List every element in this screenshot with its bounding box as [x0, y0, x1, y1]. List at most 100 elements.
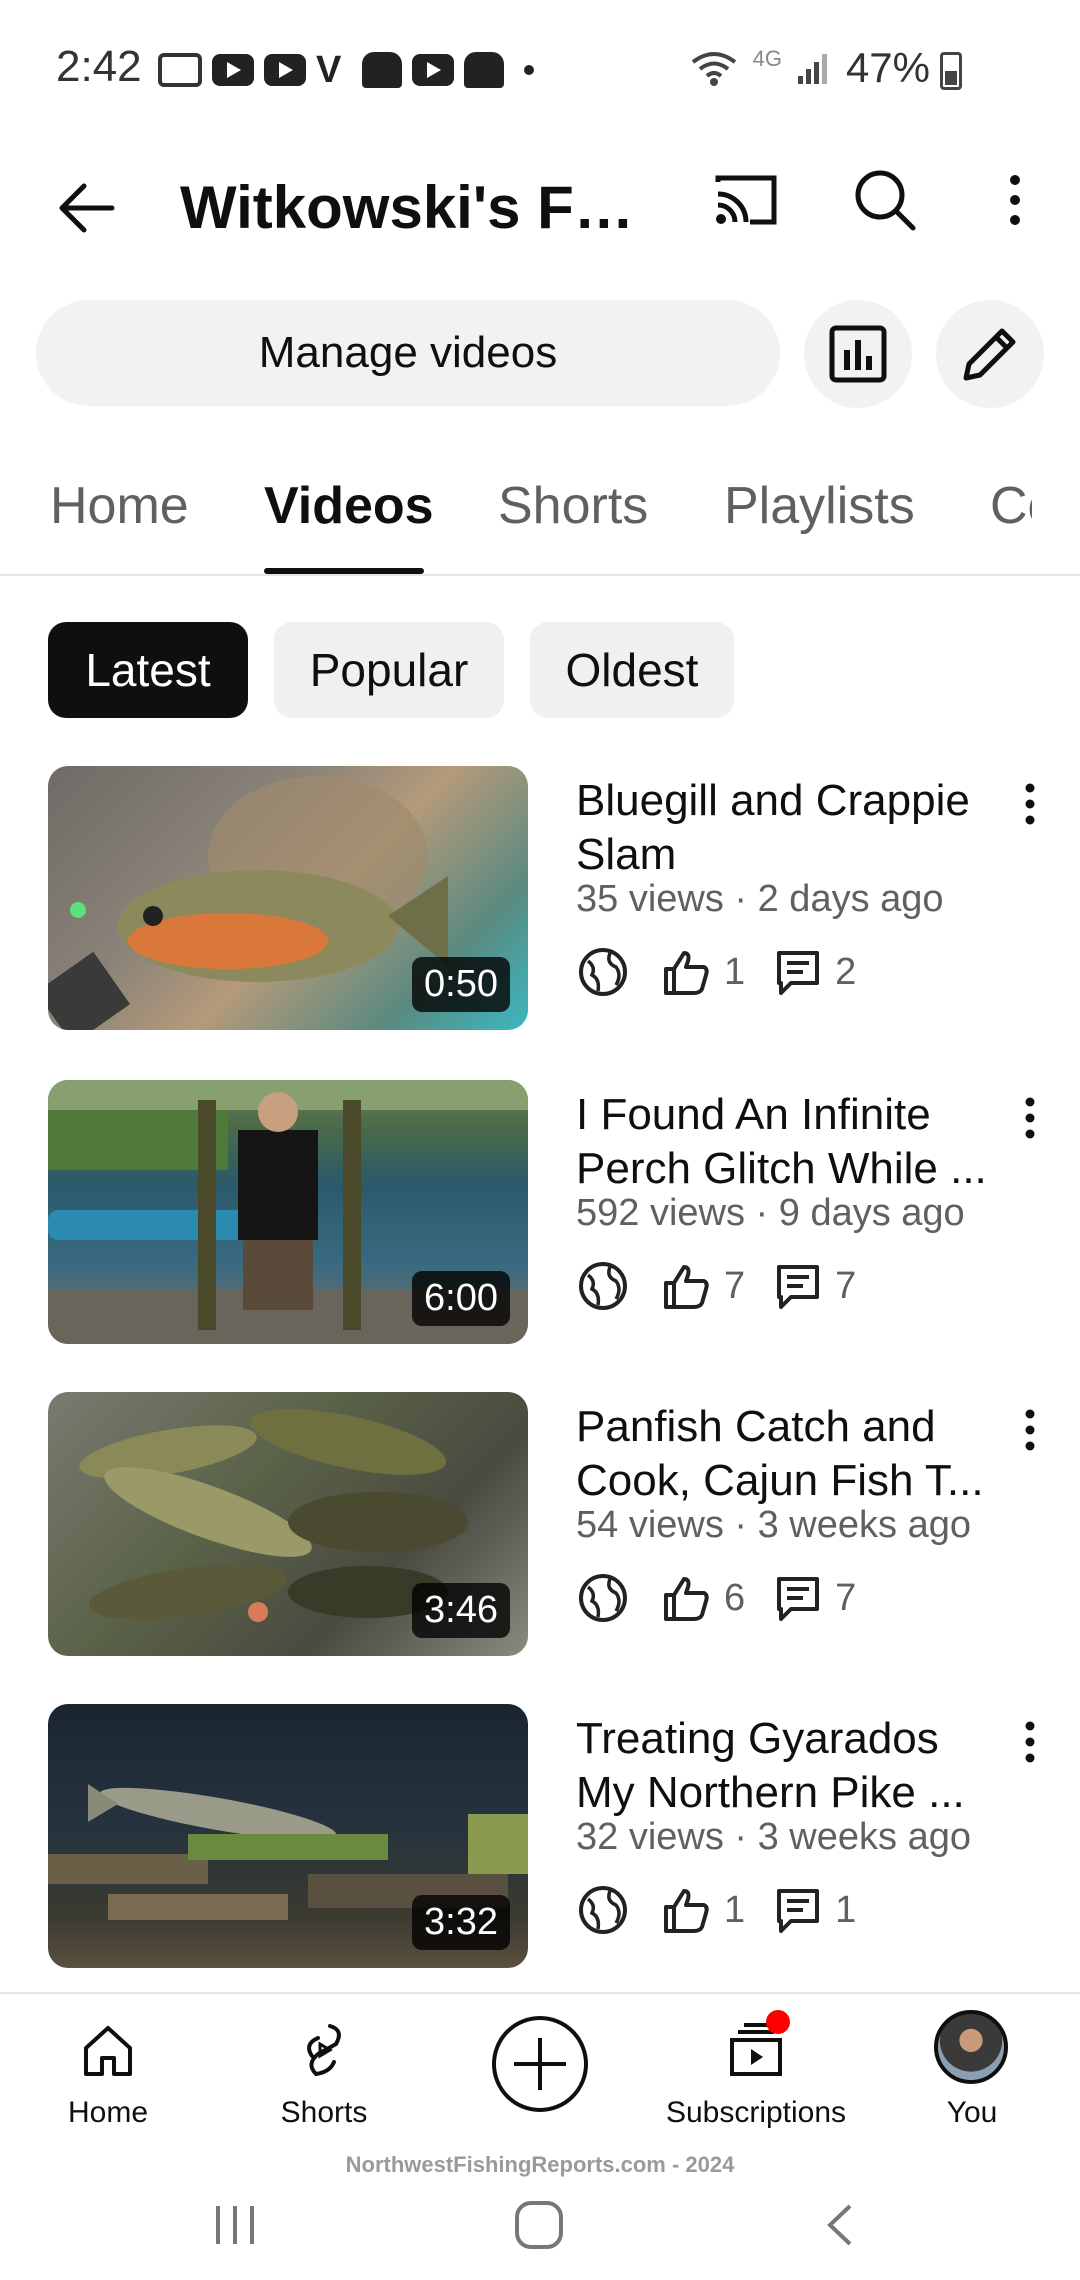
comment-icon [777, 1577, 820, 1621]
notification-icons: V [158, 46, 534, 94]
chip-popular[interactable]: Popular [274, 622, 504, 718]
video-thumbnail[interactable]: 3:32 [48, 1704, 528, 1968]
create-button[interactable] [490, 2014, 590, 2114]
system-navigation [0, 2180, 1080, 2280]
search-icon [855, 170, 916, 231]
cast-icon [715, 175, 777, 225]
thumbs-up-icon [664, 951, 709, 995]
tab-shorts[interactable]: Shorts [498, 476, 648, 536]
dot-icon [524, 65, 534, 75]
video-more-button[interactable] [1010, 1088, 1050, 1148]
analytics-button[interactable] [804, 300, 912, 408]
avatar[interactable] [934, 2010, 1008, 2084]
video-stats: 1 1 [576, 1880, 882, 1940]
video-row[interactable]: 3:32 Treating Gyarados My Northern Pike … [0, 1704, 1080, 1984]
status-time: 2:42 [56, 42, 142, 91]
video-title[interactable]: Treating Gyarados My Northern Pike ... [576, 1712, 996, 1820]
battery-percent: 47% [845, 44, 930, 91]
signal-icon [797, 54, 827, 84]
video-duration: 3:46 [412, 1583, 510, 1638]
tab-underline [264, 568, 424, 574]
video-more-button[interactable] [1010, 1712, 1050, 1772]
thumbs-up-icon [664, 1889, 709, 1933]
manage-videos-button[interactable]: Manage videos [36, 300, 780, 406]
like-count: 7 [724, 1264, 746, 1307]
video-meta: 592 views · 9 days ago [576, 1192, 965, 1234]
tooth-icon [464, 52, 504, 88]
status-right: 4G 47% [689, 44, 930, 92]
youtube-icon [412, 54, 454, 86]
more-options-button[interactable] [985, 160, 1045, 240]
chip-latest[interactable]: Latest [48, 622, 248, 718]
video-duration: 3:32 [412, 1895, 510, 1950]
video-duration: 0:50 [412, 957, 510, 1012]
more-vert-icon [1025, 1409, 1035, 1451]
more-vert-icon [1025, 1721, 1035, 1763]
video-title[interactable]: I Found An Infinite Perch Glitch While .… [576, 1088, 996, 1196]
like-count: 1 [724, 1888, 746, 1931]
video-row[interactable]: 3:46 Panfish Catch and Cook, Cajun Fish … [0, 1392, 1080, 1672]
tooth-icon [362, 52, 402, 88]
home-icon [84, 2026, 132, 2076]
nav-home[interactable]: Home [8, 2004, 208, 2144]
recent-apps-icon[interactable] [210, 2200, 260, 2250]
nav-subscriptions[interactable]: Subscriptions [656, 2004, 856, 2144]
tab-home[interactable]: Home [50, 476, 189, 536]
video-more-button[interactable] [1010, 774, 1050, 834]
video-title[interactable]: Bluegill and Crappie Slam [576, 774, 996, 882]
nav-shorts[interactable]: Shorts [224, 2004, 424, 2144]
nav-shorts-label: Shorts [280, 2096, 368, 2129]
video-stats: 6 7 [576, 1568, 882, 1628]
comment-icon [777, 1889, 820, 1933]
search-button[interactable] [845, 160, 925, 240]
video-more-button[interactable] [1010, 1400, 1050, 1460]
tab-community[interactable]: Co [990, 476, 1032, 536]
edit-channel-button[interactable] [936, 300, 1044, 408]
channel-title: Witkowski's Fis... [180, 174, 640, 241]
video-row[interactable]: 0:50 Bluegill and Crappie Slam 35 views … [0, 766, 1080, 1046]
video-row[interactable]: 6:00 I Found An Infinite Perch Glitch Wh… [0, 1080, 1080, 1360]
back-button[interactable] [50, 168, 130, 248]
more-vert-icon [1010, 175, 1020, 225]
nav-subscriptions-label: Subscriptions [665, 2096, 847, 2129]
app-bar: Witkowski's Fis... [0, 140, 1080, 280]
back-system-icon[interactable] [820, 2200, 860, 2250]
tab-videos[interactable]: Videos [264, 476, 434, 536]
comment-icon [777, 951, 820, 995]
video-thumbnail[interactable]: 3:46 [48, 1392, 528, 1656]
youtube-icon [264, 54, 306, 86]
like-count: 6 [724, 1576, 746, 1619]
notification-dot [766, 2010, 790, 2034]
video-thumbnail[interactable]: 6:00 [48, 1080, 528, 1344]
v-icon: V [316, 49, 342, 91]
bottom-navigation: Home Shorts Subscriptions You [0, 1992, 1080, 2148]
cast-button[interactable] [706, 160, 786, 240]
chip-oldest[interactable]: Oldest [530, 622, 734, 718]
network-label: 4G [752, 46, 782, 71]
video-duration: 6:00 [412, 1271, 510, 1326]
arrow-left-icon [59, 183, 115, 233]
pencil-icon [963, 328, 1016, 381]
wifi-icon [691, 52, 736, 86]
message-icon [158, 53, 202, 87]
comment-count: 7 [835, 1264, 857, 1307]
home-system-icon[interactable] [512, 2198, 566, 2252]
watermark: NorthwestFishingReports.com - 2024 [345, 2152, 735, 2177]
video-thumbnail[interactable]: 0:50 [48, 766, 528, 1030]
comment-count: 7 [835, 1576, 857, 1619]
status-bar: 2:42 V 4G 47% [0, 0, 1080, 140]
tab-playlists[interactable]: Playlists [724, 476, 915, 536]
video-stats: 1 2 [576, 942, 882, 1002]
video-title[interactable]: Panfish Catch and Cook, Cajun Fish T... [576, 1400, 996, 1508]
battery-icon [940, 52, 962, 90]
thumbs-up-icon [664, 1265, 709, 1309]
youtube-icon [212, 54, 254, 86]
comment-count: 1 [835, 1888, 857, 1931]
channel-tabs: Home Videos Shorts Playlists Co [0, 440, 1080, 576]
globe-icon [579, 1574, 627, 1622]
video-meta: 35 views · 2 days ago [576, 878, 944, 920]
analytics-icon [829, 325, 887, 383]
globe-icon [579, 1262, 627, 1310]
comment-icon [777, 1265, 820, 1309]
video-meta: 32 views · 3 weeks ago [576, 1816, 971, 1858]
